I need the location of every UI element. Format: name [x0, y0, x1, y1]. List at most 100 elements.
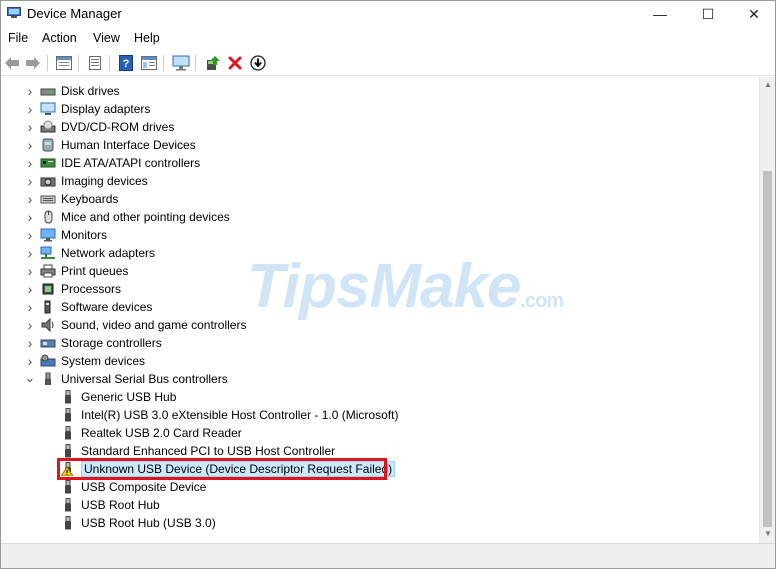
tree-category-label: Human Interface Devices [61, 138, 196, 152]
tree-category-label: Keyboards [61, 192, 119, 206]
mouse-icon [44, 210, 53, 224]
help-button[interactable]: ? [116, 53, 136, 73]
expand-chevron-icon[interactable]: › [25, 154, 35, 172]
printer-icon [40, 264, 56, 278]
forward-button[interactable] [23, 53, 43, 73]
usb-device-item[interactable]: USB Composite Device [60, 478, 206, 496]
minimize-button[interactable]: — [637, 1, 683, 27]
expand-chevron-icon[interactable]: › [25, 352, 35, 370]
expand-chevron-icon[interactable]: › [25, 82, 35, 100]
tree-category-item[interactable]: Monitors [40, 226, 107, 244]
expand-chevron-icon[interactable]: › [25, 298, 35, 316]
expand-chevron-icon[interactable]: › [25, 172, 35, 190]
scroll-down-icon[interactable]: ▼ [763, 529, 773, 539]
help-icon: ? [119, 55, 133, 71]
forward-icon [26, 57, 40, 69]
collapse-chevron-icon[interactable]: ⌄ [25, 370, 36, 388]
menu-file[interactable]: File [8, 31, 28, 45]
uninstall-device-button[interactable] [225, 53, 245, 73]
tree-category-item[interactable]: Universal Serial Bus controllers [40, 370, 228, 388]
tree-category-label: Display adapters [61, 102, 151, 116]
tree-category-item[interactable]: Imaging devices [40, 172, 148, 190]
properties-button[interactable] [85, 53, 105, 73]
menu-bar: File Action View Help [1, 28, 775, 50]
menu-help[interactable]: Help [134, 31, 160, 45]
processor-icon [42, 283, 54, 295]
scrollbar-thumb[interactable] [763, 171, 772, 527]
watermark: TipsMake.com [247, 252, 564, 321]
tree-category-item[interactable]: Human Interface Devices [40, 136, 196, 154]
tree-category-item[interactable]: Mice and other pointing devices [40, 208, 230, 226]
back-button[interactable] [2, 53, 22, 73]
tree-category-item[interactable]: IDE ATA/ATAPI controllers [40, 154, 200, 172]
expand-chevron-icon[interactable]: › [25, 244, 35, 262]
scan-hardware-button[interactable] [171, 53, 191, 73]
usb-device-label: Generic USB Hub [81, 390, 177, 404]
expand-chevron-icon[interactable]: › [25, 100, 35, 118]
highlight-annotation [57, 458, 387, 480]
hid-icon [42, 138, 54, 152]
usb-device-label: Realtek USB 2.0 Card Reader [81, 426, 242, 440]
usb-device-item[interactable]: USB Root Hub (USB 3.0) [60, 514, 216, 532]
close-button[interactable]: ✕ [731, 1, 775, 27]
tree-category-item[interactable]: Network adapters [40, 244, 155, 262]
expand-chevron-icon[interactable]: › [25, 262, 35, 280]
toolbar-separator [109, 55, 110, 71]
toolbar: ? [1, 50, 775, 76]
speaker-icon [41, 318, 54, 332]
scroll-up-icon[interactable]: ▲ [763, 80, 773, 90]
tree-category-label: Print queues [61, 264, 129, 278]
tree-category-item[interactable]: System devices [40, 352, 145, 370]
tree-category-item[interactable]: DVD/CD-ROM drives [40, 118, 174, 136]
list-icon [89, 56, 101, 70]
tree-category-item[interactable]: Keyboards [40, 190, 118, 208]
vertical-scrollbar[interactable]: ▲ ▼ [759, 77, 775, 543]
menu-action[interactable]: Action [42, 31, 77, 45]
maximize-button[interactable]: ☐ [685, 1, 731, 27]
expand-chevron-icon[interactable]: › [25, 118, 35, 136]
details-button[interactable] [139, 53, 159, 73]
tree-category-item[interactable]: Sound, video and game controllers [40, 316, 246, 334]
usb-device-icon [65, 408, 71, 422]
disk-drive-icon [40, 88, 56, 96]
tree-category-label: Sound, video and game controllers [61, 318, 247, 332]
tree-category-item[interactable]: Processors [40, 280, 121, 298]
usb-device-item[interactable]: Intel(R) USB 3.0 eXtensible Host Control… [60, 406, 398, 424]
tree-category-label: Imaging devices [61, 174, 148, 188]
menu-view[interactable]: View [93, 31, 120, 45]
tree-category-label: Network adapters [61, 246, 156, 260]
usb-device-item[interactable]: Realtek USB 2.0 Card Reader [60, 424, 242, 442]
tree-category-label: System devices [61, 354, 146, 368]
tree-category-item[interactable]: Software devices [40, 298, 152, 316]
tree-category-item[interactable]: Print queues [40, 262, 128, 280]
usb-icon [45, 372, 51, 385]
tree-category-label: IDE ATA/ATAPI controllers [61, 156, 201, 170]
tree-category-label: Storage controllers [61, 336, 162, 350]
expand-chevron-icon[interactable]: › [25, 208, 35, 226]
expand-chevron-icon[interactable]: › [25, 226, 35, 244]
tree-category-item[interactable]: Disk drives [40, 82, 120, 100]
update-driver-button[interactable] [203, 53, 223, 73]
tree-category-item[interactable]: Storage controllers [40, 334, 162, 352]
storage-controller-icon [40, 339, 56, 348]
details-icon [141, 56, 157, 70]
svg-text:?: ? [123, 58, 130, 70]
maximize-icon: ☐ [701, 5, 715, 22]
update-driver-icon [207, 56, 220, 70]
tree-category-item[interactable]: Display adapters [40, 100, 150, 118]
usb-device-label: USB Root Hub [81, 498, 160, 512]
close-icon: ✕ [748, 5, 760, 22]
show-hide-tree-button[interactable] [54, 53, 74, 73]
toolbar-separator [163, 55, 164, 71]
expand-chevron-icon[interactable]: › [25, 334, 35, 352]
usb-device-item[interactable]: Generic USB Hub [60, 388, 176, 406]
usb-device-icon [65, 444, 71, 458]
enable-device-button[interactable] [248, 53, 268, 73]
expand-chevron-icon[interactable]: › [25, 190, 35, 208]
expand-chevron-icon[interactable]: › [25, 136, 35, 154]
expand-chevron-icon[interactable]: › [25, 316, 35, 334]
usb-device-item[interactable]: USB Root Hub [60, 496, 160, 514]
ide-controller-icon [40, 158, 56, 168]
expand-chevron-icon[interactable]: › [25, 280, 35, 298]
tree-category-label: DVD/CD-ROM drives [61, 120, 175, 134]
